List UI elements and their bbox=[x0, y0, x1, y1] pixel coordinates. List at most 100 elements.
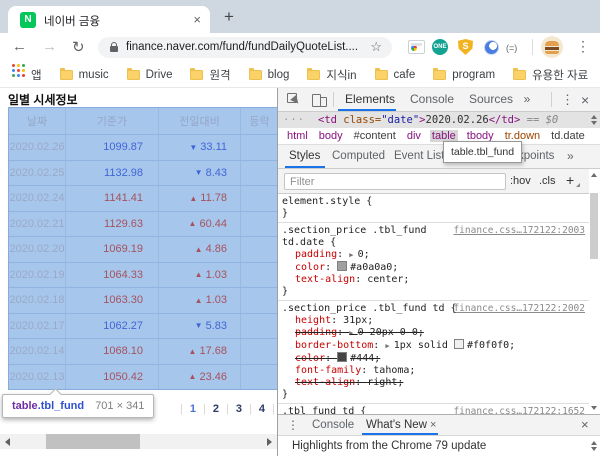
daily-quote-table[interactable]: 날짜기준가전일대비등락 2020.02.261099.87▼33.112020.… bbox=[8, 107, 278, 390]
styles-scrollbar-thumb[interactable] bbox=[590, 193, 598, 259]
devtools-menu-icon[interactable]: ⋮ bbox=[561, 89, 574, 111]
drawer-scroll-stepper[interactable] bbox=[591, 441, 597, 451]
drawer-menu-icon[interactable]: ⋮ bbox=[287, 415, 299, 435]
css-declaration[interactable]: color: #a0a0a0; bbox=[282, 261, 585, 274]
color-swatch[interactable] bbox=[454, 339, 464, 349]
breadcrumb-item[interactable]: div bbox=[405, 130, 423, 142]
color-swatch[interactable] bbox=[337, 261, 347, 271]
table-row[interactable]: 2020.02.191064.33▲1.03 bbox=[9, 263, 278, 289]
elements-scroll-stepper[interactable] bbox=[591, 115, 597, 125]
css-declaration[interactable]: padding: ▶ 0 20px 0 0; bbox=[282, 327, 585, 339]
css-declaration[interactable]: padding: ▶ 0; bbox=[282, 249, 585, 261]
scroll-up-icon[interactable] bbox=[591, 173, 597, 177]
address-bar[interactable]: finance.naver.com/fund/fundDailyQuoteLis… bbox=[98, 37, 392, 58]
stylesheet-link[interactable]: finance.css…172122:2002 bbox=[453, 303, 585, 315]
page-number[interactable]: 1 bbox=[190, 403, 196, 415]
css-declaration[interactable]: height: 31px; bbox=[282, 315, 585, 327]
browser-menu-icon[interactable]: ⋮ bbox=[576, 38, 590, 55]
scroll-right-button[interactable] bbox=[262, 434, 277, 449]
css-declaration[interactable]: text-align: right; bbox=[282, 377, 585, 389]
bookmark-folder[interactable]: 지식in bbox=[307, 67, 356, 83]
new-style-rule-button[interactable]: + bbox=[566, 169, 574, 192]
lock-icon[interactable] bbox=[110, 46, 118, 52]
table-row[interactable]: 2020.02.211129.63▲60.44 bbox=[9, 212, 278, 238]
forward-button[interactable]: → bbox=[42, 38, 57, 55]
bookmark-folder[interactable]: music bbox=[60, 69, 109, 81]
whats-new-tab-close-icon[interactable]: × bbox=[430, 415, 436, 435]
table-row[interactable]: 2020.02.261099.87▼33.11 bbox=[9, 135, 278, 161]
rule-selector[interactable]: finance.css…172122:2003.section_price .t… bbox=[282, 225, 585, 237]
rule-selector[interactable]: finance.css…172122:1652.tbl_fund td { bbox=[282, 406, 585, 414]
drawer-tab-whats-new[interactable]: What's New bbox=[366, 415, 427, 435]
devtools-close-icon[interactable]: × bbox=[581, 89, 589, 111]
device-toolbar-icon[interactable] bbox=[312, 93, 327, 107]
rule-selector[interactable]: element.style { bbox=[282, 196, 585, 208]
url-text[interactable]: finance.naver.com/fund/fundDailyQuoteLis… bbox=[126, 37, 358, 58]
scroll-left-button[interactable] bbox=[0, 434, 15, 449]
table-row[interactable]: 2020.02.141068.10▲17.68 bbox=[9, 339, 278, 365]
drawer-tab-console[interactable]: Console bbox=[312, 415, 354, 435]
bookmark-star-icon[interactable]: ☆ bbox=[370, 39, 382, 55]
bookmark-folder[interactable]: program bbox=[433, 69, 495, 81]
rule-selector[interactable]: finance.css…172122:2002.section_price .t… bbox=[282, 303, 585, 315]
css-declaration[interactable]: font-family: tahoma; bbox=[282, 365, 585, 377]
back-button[interactable]: ← bbox=[12, 38, 27, 55]
reload-button[interactable]: ↻ bbox=[72, 38, 85, 56]
styles-scrollbar[interactable] bbox=[589, 169, 600, 414]
browser-tab[interactable]: N 네이버 금융 × bbox=[8, 6, 210, 33]
extension-screenshot-icon[interactable] bbox=[408, 40, 425, 54]
styles-filter-input[interactable] bbox=[284, 173, 506, 190]
table-row[interactable]: 2020.02.241141.41▲11.78 bbox=[9, 186, 278, 212]
stylesheet-link[interactable]: finance.css…172122:2003 bbox=[453, 225, 585, 237]
subtabs-overflow-icon[interactable]: » bbox=[567, 145, 574, 168]
breadcrumb-item[interactable]: html bbox=[285, 130, 310, 142]
bookmark-folder[interactable]: 원격 bbox=[190, 67, 230, 83]
toggle-class-button[interactable]: .cls bbox=[539, 169, 556, 193]
tab-elements[interactable]: Elements bbox=[344, 88, 396, 110]
selected-node-code[interactable]: <td class="date">2020.02.26</td> == $0 bbox=[318, 112, 558, 128]
extension-paren-icon[interactable]: (=) bbox=[506, 43, 517, 53]
table-row[interactable]: 2020.02.201069.19▲4.86 bbox=[9, 237, 278, 263]
tabs-overflow-icon[interactable]: » bbox=[520, 88, 534, 110]
scrollbar-thumb[interactable] bbox=[46, 434, 140, 449]
page-number[interactable]: 4 bbox=[259, 403, 265, 415]
tab-console[interactable]: Console bbox=[406, 88, 458, 110]
table-row[interactable]: 2020.02.171062.27▼5.83 bbox=[9, 314, 278, 340]
tab-dom-breakpoints[interactable]: kpoints bbox=[518, 145, 554, 168]
bookmark-folder[interactable]: cafe bbox=[375, 69, 416, 81]
page-number[interactable]: 3 bbox=[236, 403, 242, 415]
tab-computed[interactable]: Computed bbox=[332, 145, 385, 168]
breadcrumb-item[interactable]: td.date bbox=[549, 130, 587, 142]
bookmark-folder[interactable]: 유용한 자료 bbox=[513, 67, 588, 83]
profile-avatar[interactable] bbox=[541, 36, 563, 58]
inspect-element-icon[interactable] bbox=[287, 93, 301, 107]
scroll-down-icon[interactable] bbox=[591, 406, 597, 410]
new-tab-button[interactable]: + bbox=[224, 7, 234, 27]
rule-selector[interactable]: td.date { bbox=[282, 237, 585, 249]
extension-swirl-icon[interactable] bbox=[484, 40, 499, 55]
breadcrumb-item[interactable]: #content bbox=[352, 130, 398, 142]
tab-close-icon[interactable]: × bbox=[193, 12, 201, 27]
tab-sources[interactable]: Sources bbox=[466, 88, 516, 110]
drawer-close-icon[interactable]: × bbox=[581, 415, 589, 435]
bookmark-folder[interactable]: Drive bbox=[127, 69, 173, 81]
selected-dom-node-row[interactable]: ··· <td class="date">2020.02.26</td> == … bbox=[278, 112, 600, 128]
table-row[interactable]: 2020.02.131050.42▲23.46 bbox=[9, 365, 278, 390]
table-row[interactable]: 2020.02.181063.30▲1.03 bbox=[9, 288, 278, 314]
breadcrumb-item[interactable]: body bbox=[317, 130, 345, 142]
toggle-hover-state-button[interactable]: :hov bbox=[510, 169, 531, 193]
color-swatch[interactable] bbox=[337, 352, 347, 362]
extension-shield-icon[interactable]: S bbox=[458, 39, 473, 55]
horizontal-scrollbar[interactable] bbox=[0, 434, 277, 449]
page-number[interactable]: 2 bbox=[213, 403, 219, 415]
collapsed-ancestors-ellipsis[interactable]: ··· bbox=[283, 112, 305, 128]
css-declaration[interactable]: color: #444; bbox=[282, 352, 585, 365]
extension-one-icon[interactable]: ONE bbox=[432, 39, 448, 55]
tab-styles[interactable]: Styles bbox=[289, 145, 320, 168]
table-row[interactable]: 2020.02.251132.98▼8.43 bbox=[9, 161, 278, 187]
bookmark-folder[interactable]: blog bbox=[249, 69, 290, 81]
css-declaration[interactable]: border-bottom: ▶ 1px solid #f0f0f0; bbox=[282, 339, 585, 352]
apps-shortcut[interactable]: 앱 bbox=[12, 67, 42, 83]
stylesheet-link[interactable]: finance.css…172122:1652 bbox=[453, 406, 585, 414]
css-declaration[interactable]: text-align: center; bbox=[282, 274, 585, 286]
